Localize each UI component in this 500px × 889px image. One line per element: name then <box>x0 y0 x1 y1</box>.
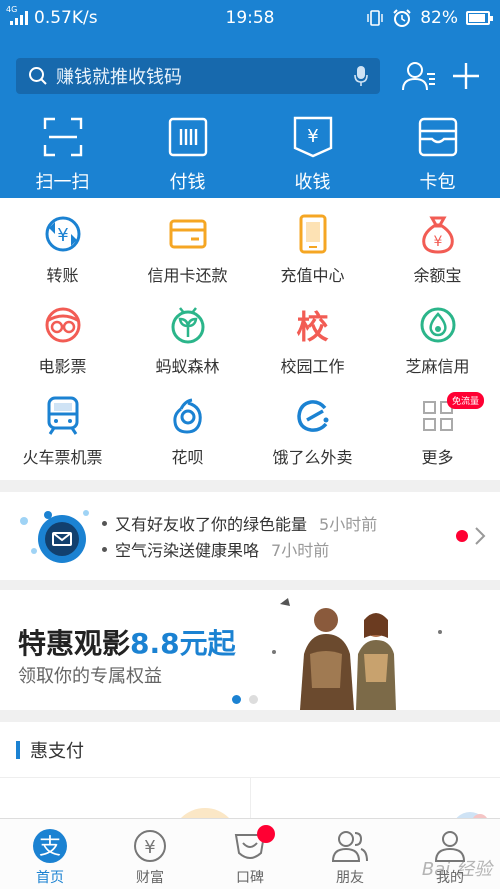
tab-home[interactable]: 支 首页 <box>0 819 100 889</box>
tab-wealth[interactable]: ¥ 财富 <box>100 819 200 889</box>
search-bar[interactable]: 赚钱就推收钱码 <box>16 58 380 94</box>
ant-forest-icon <box>171 307 204 344</box>
grid-item-ant-forest[interactable]: 蚂蚁森林 <box>125 299 250 390</box>
svg-text:¥: ¥ <box>307 126 318 147</box>
add-button[interactable] <box>447 56 484 96</box>
alarm-icon <box>393 9 411 27</box>
microphone-icon[interactable] <box>354 65 368 87</box>
sesame-credit-icon <box>420 307 455 343</box>
plus-icon <box>452 63 479 89</box>
svg-text:¥: ¥ <box>57 225 68 246</box>
status-bar: 4G 0.57K/s 19:58 82% <box>0 0 500 36</box>
tab-bar: 支 首页 ¥ 财富 口碑 朋友 我的 Bai 经验 <box>0 818 500 889</box>
quick-cards[interactable]: 卡包 <box>383 114 493 194</box>
grid-item-recharge[interactable]: 充值中心 <box>250 208 375 299</box>
section-content[interactable] <box>0 778 500 842</box>
grid-item-transfer[interactable]: ¥ 转账 <box>0 208 125 299</box>
banner-subtitle: 领取你的专属权益 <box>18 666 162 687</box>
receive-money-icon: ¥ <box>293 116 332 158</box>
quick-pay[interactable]: 付钱 <box>133 114 243 194</box>
grid-item-movie[interactable]: 电影票 <box>0 299 125 390</box>
network-type: 4G <box>6 5 18 14</box>
section-header: 惠支付 <box>0 722 500 778</box>
free-data-badge: 免流量 <box>446 392 484 409</box>
notification-messages: 又有好友收了你的绿色能量 5小时前 空气污染送健康果咯 7小时前 <box>102 510 456 562</box>
wealth-icon: ¥ <box>134 830 166 862</box>
service-grid: ¥ 转账 信用卡还款 充值中心 ¥ 余额宝 电影票 蚂蚁森林 校 校园工作 芝麻… <box>0 198 500 480</box>
grid-item-sesame[interactable]: 芝麻信用 <box>375 299 500 390</box>
grid-item-eleme[interactable]: 饿了么外卖 <box>250 390 375 481</box>
credit-card-icon <box>169 219 206 249</box>
transfer-icon: ¥ <box>45 216 80 252</box>
tab-koubei[interactable]: 口碑 <box>200 819 300 889</box>
svg-text:¥: ¥ <box>433 234 442 250</box>
quick-scan[interactable]: 扫一扫 <box>8 114 118 194</box>
movie-glasses-icon <box>45 307 80 343</box>
contacts-icon <box>401 62 435 91</box>
header: 4G 0.57K/s 19:58 82% 赚钱就推收钱码 扫一扫 付钱 ¥ 收钱… <box>0 0 500 198</box>
section-title: 惠支付 <box>30 740 84 762</box>
huabei-icon <box>172 398 202 434</box>
grid-item-huabei[interactable]: 花呗 <box>125 390 250 481</box>
quick-receive[interactable]: ¥ 收钱 <box>258 114 368 194</box>
svg-text:¥: ¥ <box>144 837 155 858</box>
banner-pagination[interactable] <box>232 695 258 704</box>
train-icon <box>47 396 78 435</box>
grid-item-train[interactable]: 火车票机票 <box>0 390 125 481</box>
unread-dot <box>456 530 468 542</box>
battery-icon <box>466 11 493 25</box>
quick-actions: 扫一扫 付钱 ¥ 收钱 卡包 <box>0 102 500 194</box>
notification-strip[interactable]: 又有好友收了你的绿色能量 5小时前 空气污染送健康果咯 7小时前 <box>0 492 500 580</box>
watermark-text: Bai 经验 <box>421 859 492 880</box>
network-speed: 0.57K/s <box>34 8 98 28</box>
home-alipay-icon: 支 <box>33 829 67 863</box>
chevron-right-icon[interactable] <box>474 526 486 546</box>
friends-icon <box>331 831 368 862</box>
eleme-icon <box>296 400 328 432</box>
battery-percent: 82% <box>420 8 458 28</box>
money-bag-icon: ¥ <box>421 216 454 254</box>
svg-text:支: 支 <box>39 835 61 860</box>
vibrate-icon <box>367 10 383 26</box>
grid-item-credit-card[interactable]: 信用卡还款 <box>125 208 250 299</box>
assistant-robot-icon <box>14 501 96 571</box>
list-item: 空气污染送健康果咯 7小时前 <box>102 536 456 562</box>
list-item: 又有好友收了你的绿色能量 5小时前 <box>102 510 456 536</box>
banner-title: 特惠观影8.8元起 <box>18 627 236 660</box>
movie-poster-image <box>272 598 442 710</box>
notification-badge <box>257 825 275 843</box>
grid-item-more[interactable]: 免流量 更多 <box>375 390 500 481</box>
promo-banner[interactable]: 特惠观影8.8元起 领取你的专属权益 <box>0 590 500 710</box>
contacts-button[interactable] <box>400 56 437 96</box>
phone-recharge-icon <box>299 214 326 254</box>
search-placeholder: 赚钱就推收钱码 <box>56 67 182 88</box>
pay-barcode-icon <box>168 117 207 157</box>
grid-item-campus[interactable]: 校 校园工作 <box>250 299 375 390</box>
tab-friends[interactable]: 朋友 <box>300 819 400 889</box>
grid-item-yuebao[interactable]: ¥ 余额宝 <box>375 208 500 299</box>
campus-icon: 校 <box>296 308 329 346</box>
search-icon <box>29 67 47 85</box>
scan-icon <box>43 117 82 157</box>
card-wallet-icon <box>418 117 457 157</box>
